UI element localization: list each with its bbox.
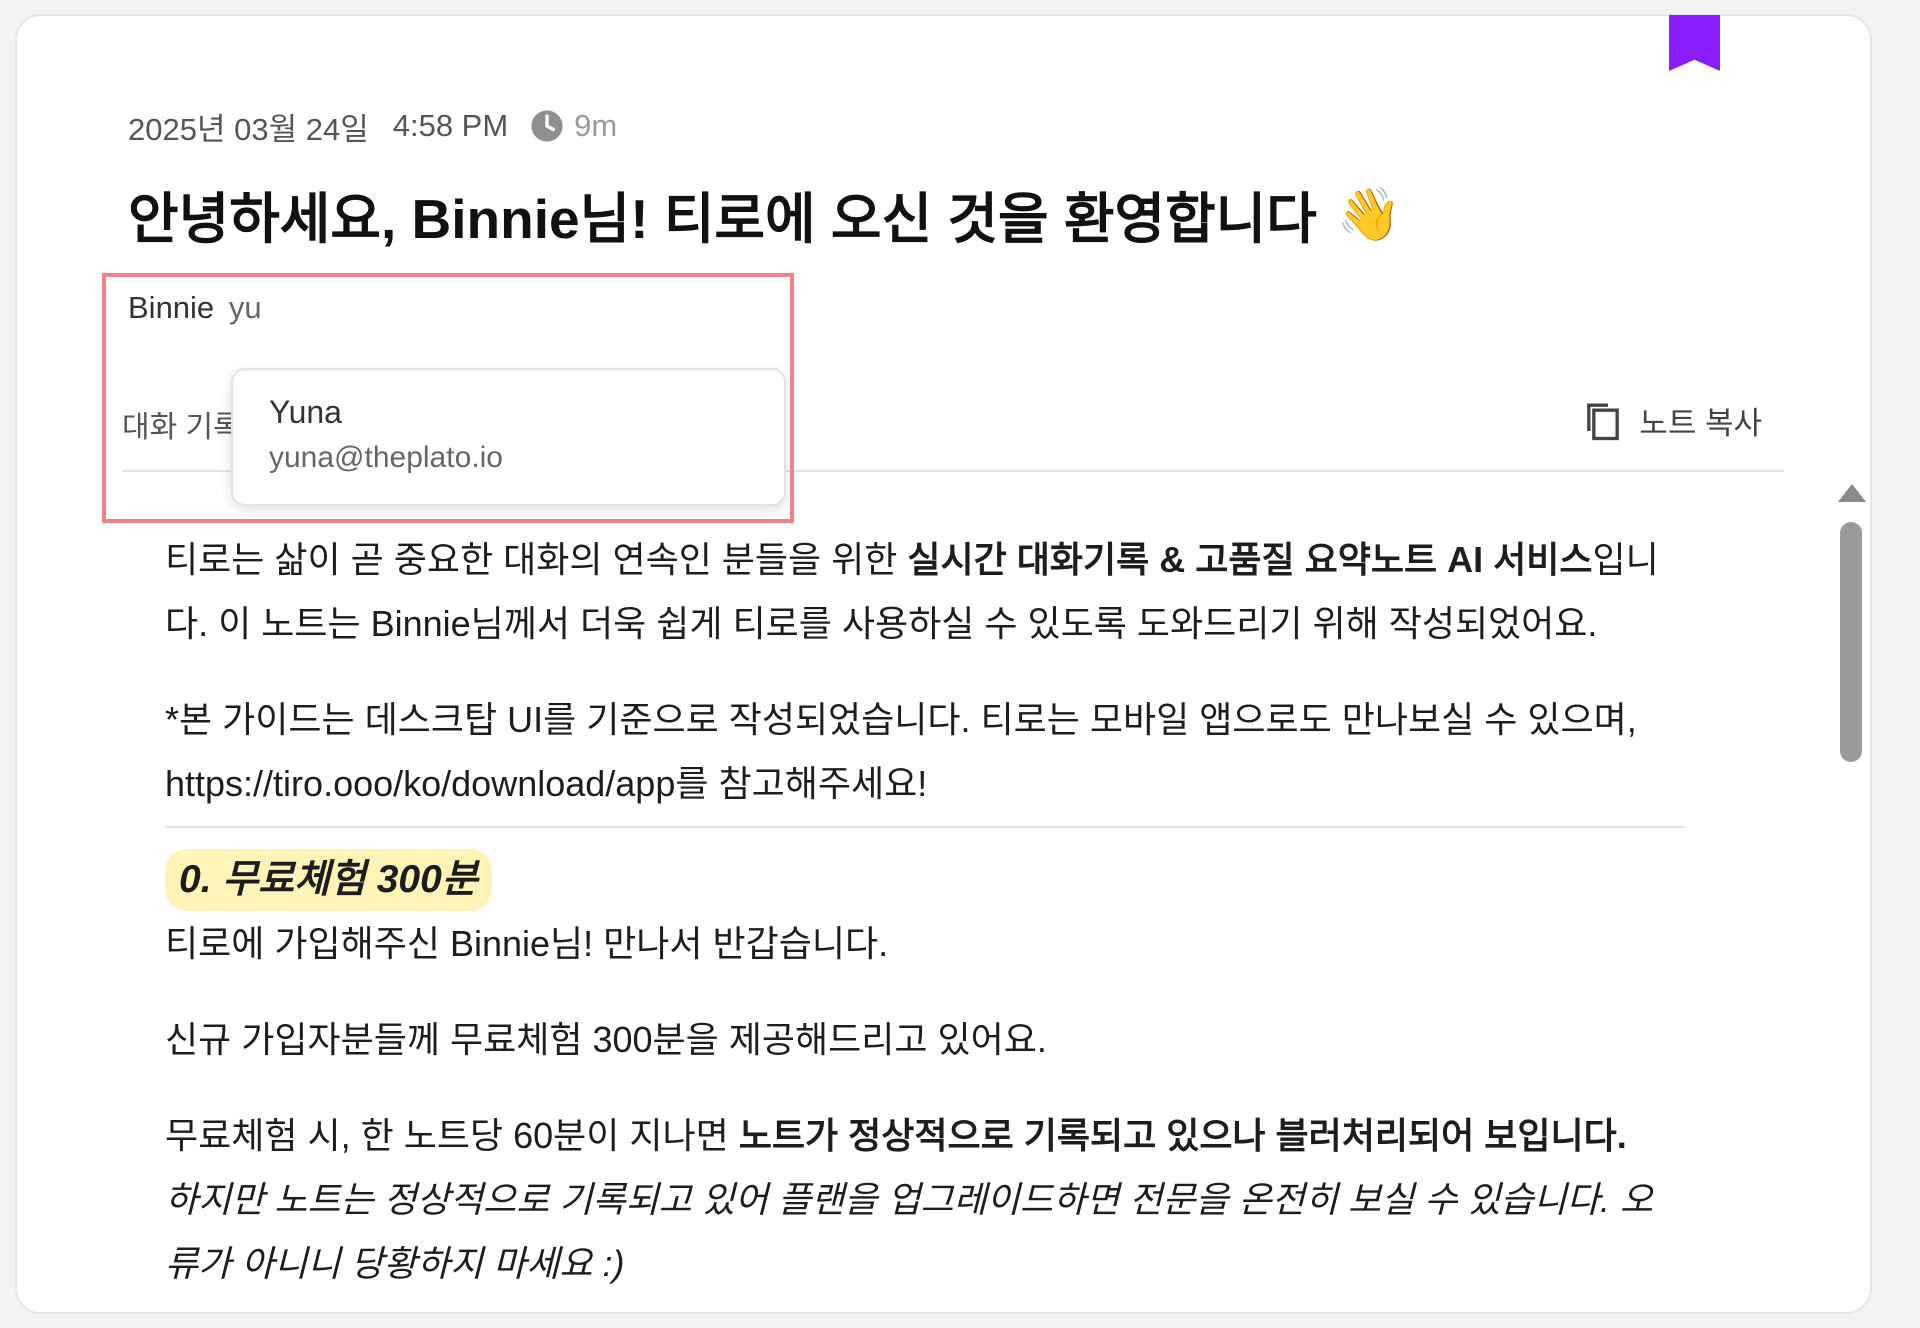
note-duration: 9m [574,108,618,143]
scrollbar-thumb[interactable] [1840,522,1862,762]
copy-icon [1587,403,1620,440]
s0-p3-italic: 하지만 노트는 정상적으로 기록되고 있어 플랜을 업그레이드하면 전문을 온전… [165,1179,1653,1284]
s0-p3-bold: 노트가 정상적으로 기록되고 있으나 블러처리되어 보입니다. [738,1115,1627,1156]
section-heading-0: 0. 무료체험 300분 [165,848,1685,912]
note-content: 티로는 삶이 곧 중요한 대화의 연속인 분들을 위한 실시간 대화기록 & 고… [165,528,1685,1328]
divider [165,826,1685,828]
wave-emoji: 👋 [1336,185,1402,244]
intro-bold-text: 실시간 대화기록 & 고품질 요약노트 AI 서비스 [907,539,1593,580]
copy-note-button[interactable]: 노트 복사 [1583,398,1762,443]
intro-paragraph: 티로는 삶이 곧 중요한 대화의 연속인 분들을 위한 실시간 대화기록 & 고… [165,528,1685,656]
s0-p3-text: 무료체험 시, 한 노트당 60분이 지나면 [165,1115,739,1156]
section0-paragraph-2: 신규 가입자분들께 무료체험 300분을 제공해드리고 있어요. [165,1019,1047,1060]
note-time: 4:58 PM [392,108,509,143]
copy-note-label: 노트 복사 [1639,406,1762,441]
guide-paragraph: *본 가이드는 데스크탑 UI를 기준으로 작성되었습니다. 티로는 모바일 앱… [165,699,1637,804]
clock-icon [531,110,563,142]
intro-text: 티로는 삶이 곧 중요한 대화의 연속인 분들을 위한 [165,539,908,580]
section0-paragraph-1: 티로에 가입해주신 Binnie님! 만나서 반갑습니다. [165,923,889,964]
note-meta: 2025년 03월 24일 4:58 PM 9m [128,104,617,148]
note-title-text: 안녕하세요, Binnie님! 티로에 오신 것을 환영합니다 [128,188,1317,250]
scroll-up-icon[interactable] [1838,484,1866,502]
section-title: 0. 무료체험 300분 [165,849,492,911]
section0-paragraph-3: 무료체험 시, 한 노트당 60분이 지나면 노트가 정상적으로 기록되고 있으… [165,1104,1685,1296]
note-title[interactable]: 안녕하세요, Binnie님! 티로에 오신 것을 환영합니다 👋 [128,174,1402,254]
highlight-annotation [102,273,794,523]
note-date: 2025년 03월 24일 [128,111,369,147]
